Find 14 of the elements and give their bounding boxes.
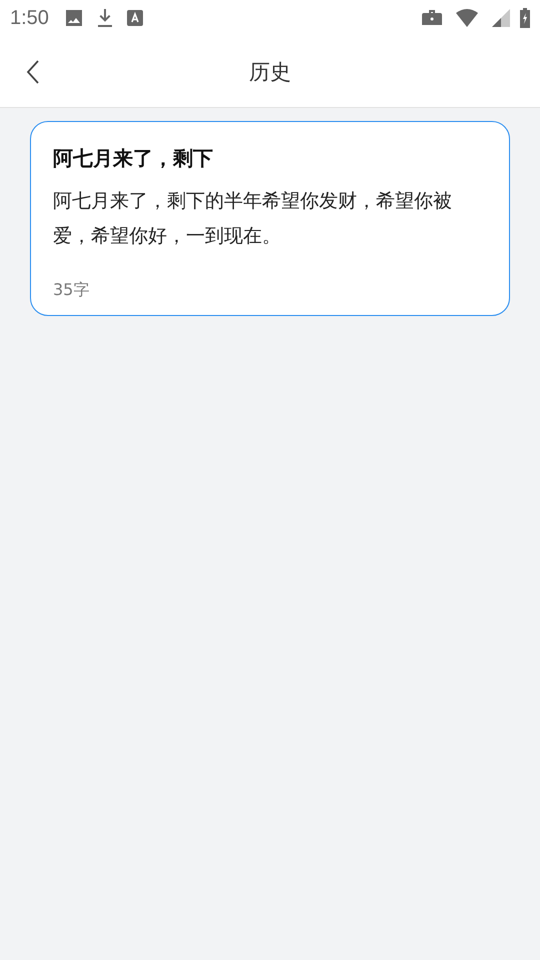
download-icon	[96, 8, 113, 28]
page-title: 历史	[249, 58, 291, 86]
back-icon	[26, 60, 40, 84]
briefcase-icon	[422, 9, 442, 27]
card-text: 阿七月来了，剩下的半年希望你发财，希望你被爱，希望你好，一到现在。	[53, 189, 453, 249]
card-title: 阿七月来了，剩下	[53, 145, 214, 172]
history-card[interactable]: 阿七月来了，剩下 阿七月来了，剩下的半年希望你发财，希望你被爱，希望你好，一到现在。 35字	[30, 121, 510, 316]
battery-icon	[520, 8, 530, 28]
status-time: 1:50	[10, 6, 49, 30]
image-icon	[64, 9, 83, 27]
character-count: 35字	[53, 280, 90, 301]
signal-icon	[492, 9, 510, 27]
font-icon	[126, 10, 143, 26]
wifi-icon	[456, 9, 478, 27]
